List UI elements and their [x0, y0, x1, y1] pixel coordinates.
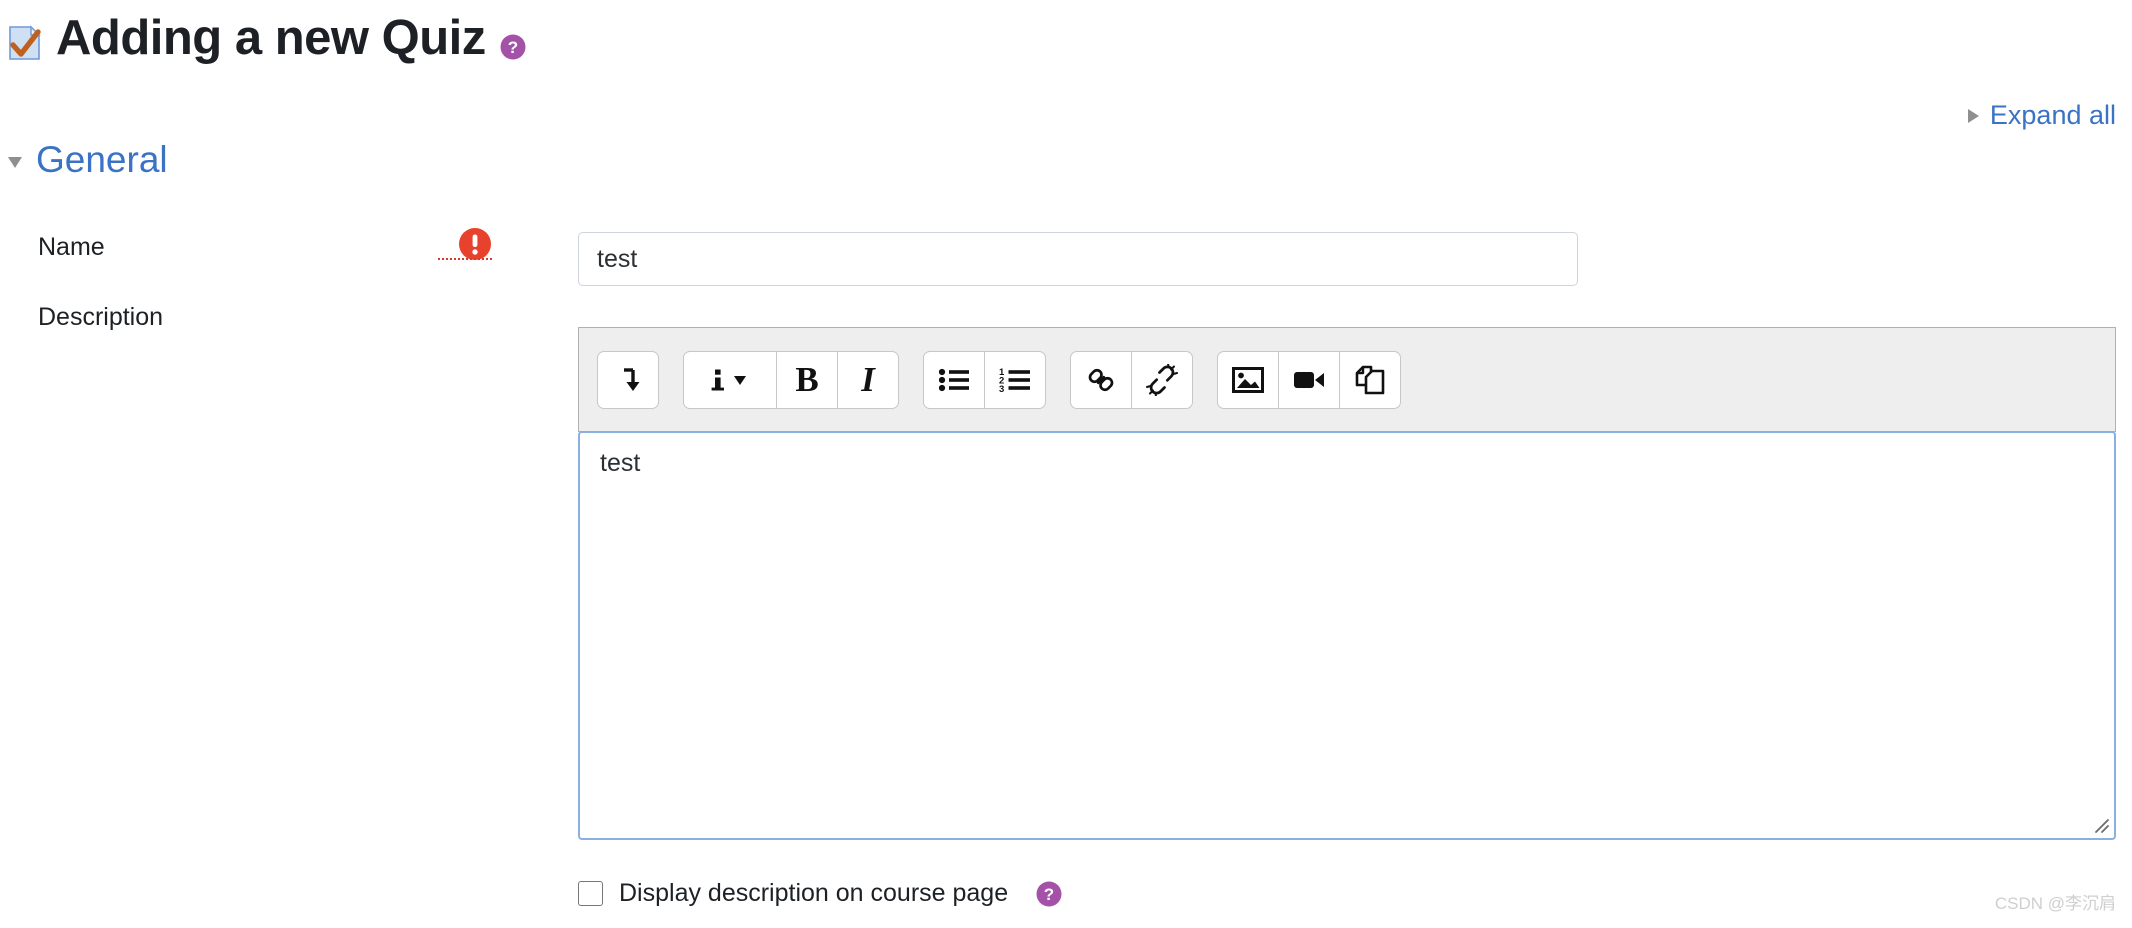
name-input[interactable] [578, 232, 1578, 286]
display-description-label[interactable]: Display description on course page [619, 879, 1008, 908]
expand-toolbar-button[interactable] [597, 350, 659, 409]
triangle-right-icon [1967, 108, 1979, 123]
insert-media-button[interactable] [1278, 350, 1340, 409]
toolbar-group-media [1217, 350, 1401, 409]
name-label: Name [38, 233, 105, 261]
required-exclamation-icon[interactable] [458, 227, 492, 261]
display-description-row: Display description on course page ? [578, 879, 1062, 908]
arrow-turn-down-icon [624, 367, 640, 391]
section-title[interactable]: General [36, 139, 168, 181]
editor-toolbar: B I 1 2 3 [578, 327, 2116, 432]
triangle-down-icon[interactable] [8, 156, 22, 168]
quiz-document-check-icon [9, 24, 41, 60]
insert-image-button[interactable] [1217, 350, 1279, 409]
paragraph-style-button[interactable] [683, 350, 777, 409]
expand-all-link[interactable]: Expand all [1967, 100, 2116, 131]
unlink-icon [1146, 363, 1178, 396]
description-editor: B I 1 2 3 test [578, 327, 2116, 840]
display-description-checkbox[interactable] [578, 881, 603, 906]
help-question-icon[interactable]: ? [500, 34, 526, 60]
svg-text:?: ? [508, 38, 518, 57]
resize-handle[interactable] [2088, 812, 2110, 834]
svg-text:3: 3 [999, 383, 1004, 393]
image-icon [1232, 366, 1264, 393]
help-question-icon[interactable]: ? [1036, 881, 1062, 907]
page-title: Adding a new Quiz [56, 11, 486, 65]
video-camera-icon [1294, 371, 1324, 388]
description-text: test [600, 449, 641, 477]
copy-files-icon [1355, 365, 1385, 394]
watermark: CSDN @李沉肩 [1994, 894, 2116, 913]
toolbar-group-lists: 1 2 3 [923, 350, 1046, 409]
svg-text:?: ? [1044, 885, 1054, 904]
toolbar-group-links [1070, 350, 1193, 409]
bold-button[interactable]: B [776, 350, 838, 409]
expand-all-label[interactable]: Expand all [1990, 100, 2116, 131]
italic-button[interactable]: I [837, 350, 899, 409]
bulleted-list-icon [938, 368, 969, 391]
description-textarea[interactable]: test [578, 431, 2116, 840]
manage-files-button[interactable] [1339, 350, 1401, 409]
toolbar-group-expand [597, 350, 659, 409]
italic-icon: I [861, 360, 875, 399]
info-caret-icon [711, 369, 746, 390]
bulleted-list-button[interactable] [923, 350, 985, 409]
bold-icon: B [795, 360, 819, 399]
section-header-general[interactable]: General [8, 139, 168, 181]
link-icon [1088, 368, 1114, 391]
unlink-button[interactable] [1131, 350, 1193, 409]
toolbar-group-text: B I [683, 350, 899, 409]
description-label: Description [38, 303, 164, 331]
numbered-list-icon: 1 2 3 [999, 367, 1030, 394]
insert-link-button[interactable] [1070, 350, 1132, 409]
page-header: Adding a new Quiz ? [8, 14, 526, 63]
required-underline [438, 258, 492, 260]
numbered-list-button[interactable]: 1 2 3 [984, 350, 1046, 409]
page-root: Adding a new Quiz ? Expand all General N… [0, 0, 2132, 928]
